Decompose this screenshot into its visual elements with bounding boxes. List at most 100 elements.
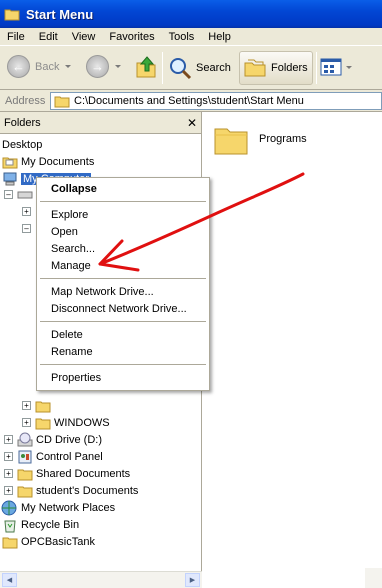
tree-expander[interactable]: –	[22, 220, 35, 237]
views-dropdown-icon	[346, 65, 352, 69]
tree-item-label: CD Drive (D:)	[36, 433, 102, 446]
forward-button[interactable]: →	[86, 55, 121, 78]
forward-dropdown-icon[interactable]	[115, 65, 121, 68]
tree-item-label: WINDOWS	[54, 416, 110, 429]
collapse-icon: –	[22, 224, 31, 233]
computer-icon	[3, 172, 17, 185]
expand-icon: +	[4, 452, 13, 461]
menu-edit[interactable]: Edit	[32, 31, 65, 43]
search-button[interactable]: Search	[168, 56, 231, 80]
menu-item-manage[interactable]: Manage	[51, 260, 91, 272]
tree-item-label: Shared Documents	[36, 467, 131, 480]
up-folder-icon[interactable]	[134, 54, 158, 80]
menu-item-open[interactable]: Open	[51, 226, 78, 238]
tree-item-recycle-bin[interactable]: Recycle Bin	[2, 516, 79, 533]
menu-tools[interactable]: Tools	[162, 31, 202, 43]
address-value: C:\Documents and Settings\student\Start …	[74, 94, 304, 107]
expand-icon: +	[4, 435, 13, 444]
address-field[interactable]: C:\Documents and Settings\student\Start …	[50, 91, 382, 110]
tree-item-label: Recycle Bin	[21, 518, 80, 531]
toolbar: ← Back → Search Folders	[0, 46, 382, 90]
search-icon	[170, 58, 192, 80]
expand-icon: +	[22, 401, 31, 410]
tree-item-label: My Network Places	[21, 501, 116, 514]
back-label: Back	[35, 60, 60, 73]
views-button[interactable]	[320, 58, 352, 76]
tree-item-desktop[interactable]: Desktop	[2, 136, 42, 153]
programs-folder[interactable]: Programs	[213, 122, 307, 156]
window-title: Start Menu	[26, 6, 94, 22]
control-panel-icon	[18, 450, 32, 463]
menu-item-explore[interactable]: Explore	[51, 209, 88, 221]
context-menu: Collapse Explore Open Search... Manage M…	[36, 177, 210, 391]
tree-item-my-network-places[interactable]: My Network Places	[0, 499, 115, 516]
tree-item-my-documents[interactable]: My Documents	[2, 153, 94, 170]
folders-button[interactable]: Folders	[239, 51, 313, 85]
tree-item-windows[interactable]: + WINDOWS	[22, 414, 110, 431]
toolbar-separator	[162, 52, 163, 84]
tree-expander[interactable]: +	[22, 203, 35, 220]
large-folder-icon	[214, 128, 248, 155]
folders-pane-header: Folders ✕	[0, 112, 201, 134]
folder-icon	[17, 486, 33, 497]
folders-label: Folders	[271, 62, 308, 74]
menu-separator	[40, 364, 206, 365]
network-places-icon	[1, 500, 17, 515]
folder-icon	[4, 9, 20, 21]
menu-item-collapse[interactable]: Collapse	[51, 183, 97, 195]
tree-item-cd-drive[interactable]: + CD Drive (D:)	[4, 431, 102, 448]
content-pane: Programs	[203, 112, 382, 588]
menu-bar: File Edit View Favorites Tools Help	[0, 28, 382, 46]
tree-item-opcbasictank[interactable]: OPCBasicTank	[2, 533, 95, 550]
close-icon[interactable]: ✕	[187, 116, 197, 130]
cd-drive-icon	[17, 432, 33, 446]
menu-item-search[interactable]: Search...	[51, 243, 95, 255]
menu-separator	[40, 278, 206, 279]
folders-icon	[244, 59, 266, 77]
menu-help[interactable]: Help	[201, 31, 238, 43]
menu-item-rename[interactable]: Rename	[51, 346, 93, 358]
tree-item-label: Desktop	[2, 138, 43, 151]
menu-item-map-network-drive[interactable]: Map Network Drive...	[51, 286, 154, 298]
menu-file[interactable]: File	[0, 31, 32, 43]
menu-separator	[40, 201, 206, 202]
menu-favorites[interactable]: Favorites	[102, 31, 161, 43]
folder-icon	[54, 96, 70, 107]
folders-pane-title: Folders	[4, 116, 41, 129]
title-bar: Start Menu	[0, 0, 382, 28]
back-dropdown-icon[interactable]	[65, 65, 72, 68]
menu-item-properties[interactable]: Properties	[51, 372, 101, 384]
drive-icon	[17, 191, 33, 198]
forward-arrow-icon: →	[86, 55, 109, 78]
tree-item-label: My Documents	[21, 155, 95, 168]
menu-item-delete[interactable]: Delete	[51, 329, 83, 341]
tree-expander[interactable]: +	[22, 397, 51, 414]
back-button[interactable]: ← Back	[7, 55, 72, 78]
documents-folder-icon	[2, 157, 18, 168]
address-label: Address	[5, 94, 46, 107]
address-bar: Address C:\Documents and Settings\studen…	[0, 90, 382, 112]
search-label: Search	[196, 62, 231, 74]
folder-icon	[35, 418, 51, 429]
menu-view[interactable]: View	[65, 31, 103, 43]
expand-icon: +	[4, 486, 13, 495]
tree-item-label: student's Documents	[36, 484, 139, 497]
scroll-right-icon[interactable]: ▶	[185, 573, 200, 587]
views-icon	[320, 58, 342, 76]
folder-icon	[35, 401, 51, 412]
tree-item-students-documents[interactable]: + student's Documents	[4, 482, 138, 499]
menu-item-disconnect-network-drive[interactable]: Disconnect Network Drive...	[51, 303, 187, 315]
tree-expander[interactable]: –	[4, 186, 33, 203]
programs-label: Programs	[259, 133, 307, 145]
horizontal-scrollbar[interactable]: ◀ ▶	[0, 571, 202, 588]
expand-icon: +	[22, 418, 31, 427]
tree-item-label: OPCBasicTank	[21, 535, 95, 548]
scroll-left-icon[interactable]: ◀	[2, 573, 17, 587]
vertical-scrollbar[interactable]	[365, 568, 382, 588]
tree-item-control-panel[interactable]: + Control Panel	[4, 448, 103, 465]
back-arrow-icon: ←	[7, 55, 30, 78]
expand-icon: +	[22, 207, 31, 216]
tree-item-shared-documents[interactable]: + Shared Documents	[4, 465, 130, 482]
folder-icon	[17, 469, 33, 480]
toolbar-separator	[316, 52, 317, 84]
